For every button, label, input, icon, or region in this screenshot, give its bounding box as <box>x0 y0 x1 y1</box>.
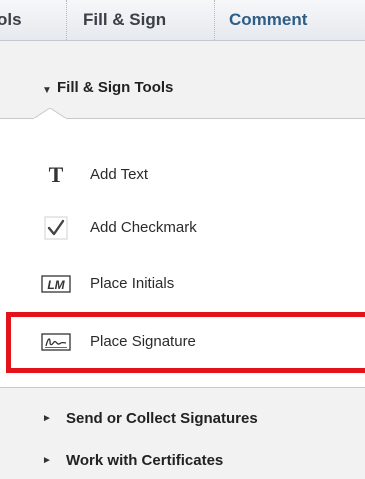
add-text-label: Add Text <box>90 166 149 183</box>
tab-tools[interactable]: ols <box>0 0 22 40</box>
add-checkmark-tool[interactable]: Add Checkmark <box>0 208 365 248</box>
svg-text:T: T <box>49 164 64 186</box>
tab-separator <box>214 0 215 40</box>
add-text-tool[interactable]: T Add Text <box>0 155 365 195</box>
tab-fill-and-sign[interactable]: Fill & Sign <box>83 0 166 40</box>
highlight-box <box>6 312 365 373</box>
collapse-triangle-icon: ► <box>42 455 52 466</box>
tab-comment[interactable]: Comment <box>229 0 307 40</box>
section-title[interactable]: Fill & Sign Tools <box>57 79 173 96</box>
place-initials-label: Place Initials <box>90 275 175 292</box>
section-header-fill-sign-tools[interactable] <box>0 41 365 117</box>
text-T-icon: T <box>38 155 74 195</box>
expand-triangle-icon[interactable]: ▼ <box>42 85 52 96</box>
svg-text:LM: LM <box>47 278 65 292</box>
collapse-triangle-icon: ► <box>42 413 52 424</box>
tab-bar: ols Fill & Sign Comment <box>0 0 365 41</box>
tab-separator <box>66 0 67 40</box>
place-initials-tool[interactable]: LM Place Initials <box>0 264 365 304</box>
section-label: Send or Collect Signatures <box>66 410 258 427</box>
section-work-with-certificates[interactable]: ► Work with Certificates <box>0 446 365 476</box>
section-send-or-collect-signatures[interactable]: ► Send or Collect Signatures <box>0 404 365 434</box>
add-checkmark-label: Add Checkmark <box>90 219 197 236</box>
initials-icon: LM <box>38 264 74 304</box>
checkmark-icon <box>38 208 74 248</box>
section-label: Work with Certificates <box>66 452 224 469</box>
